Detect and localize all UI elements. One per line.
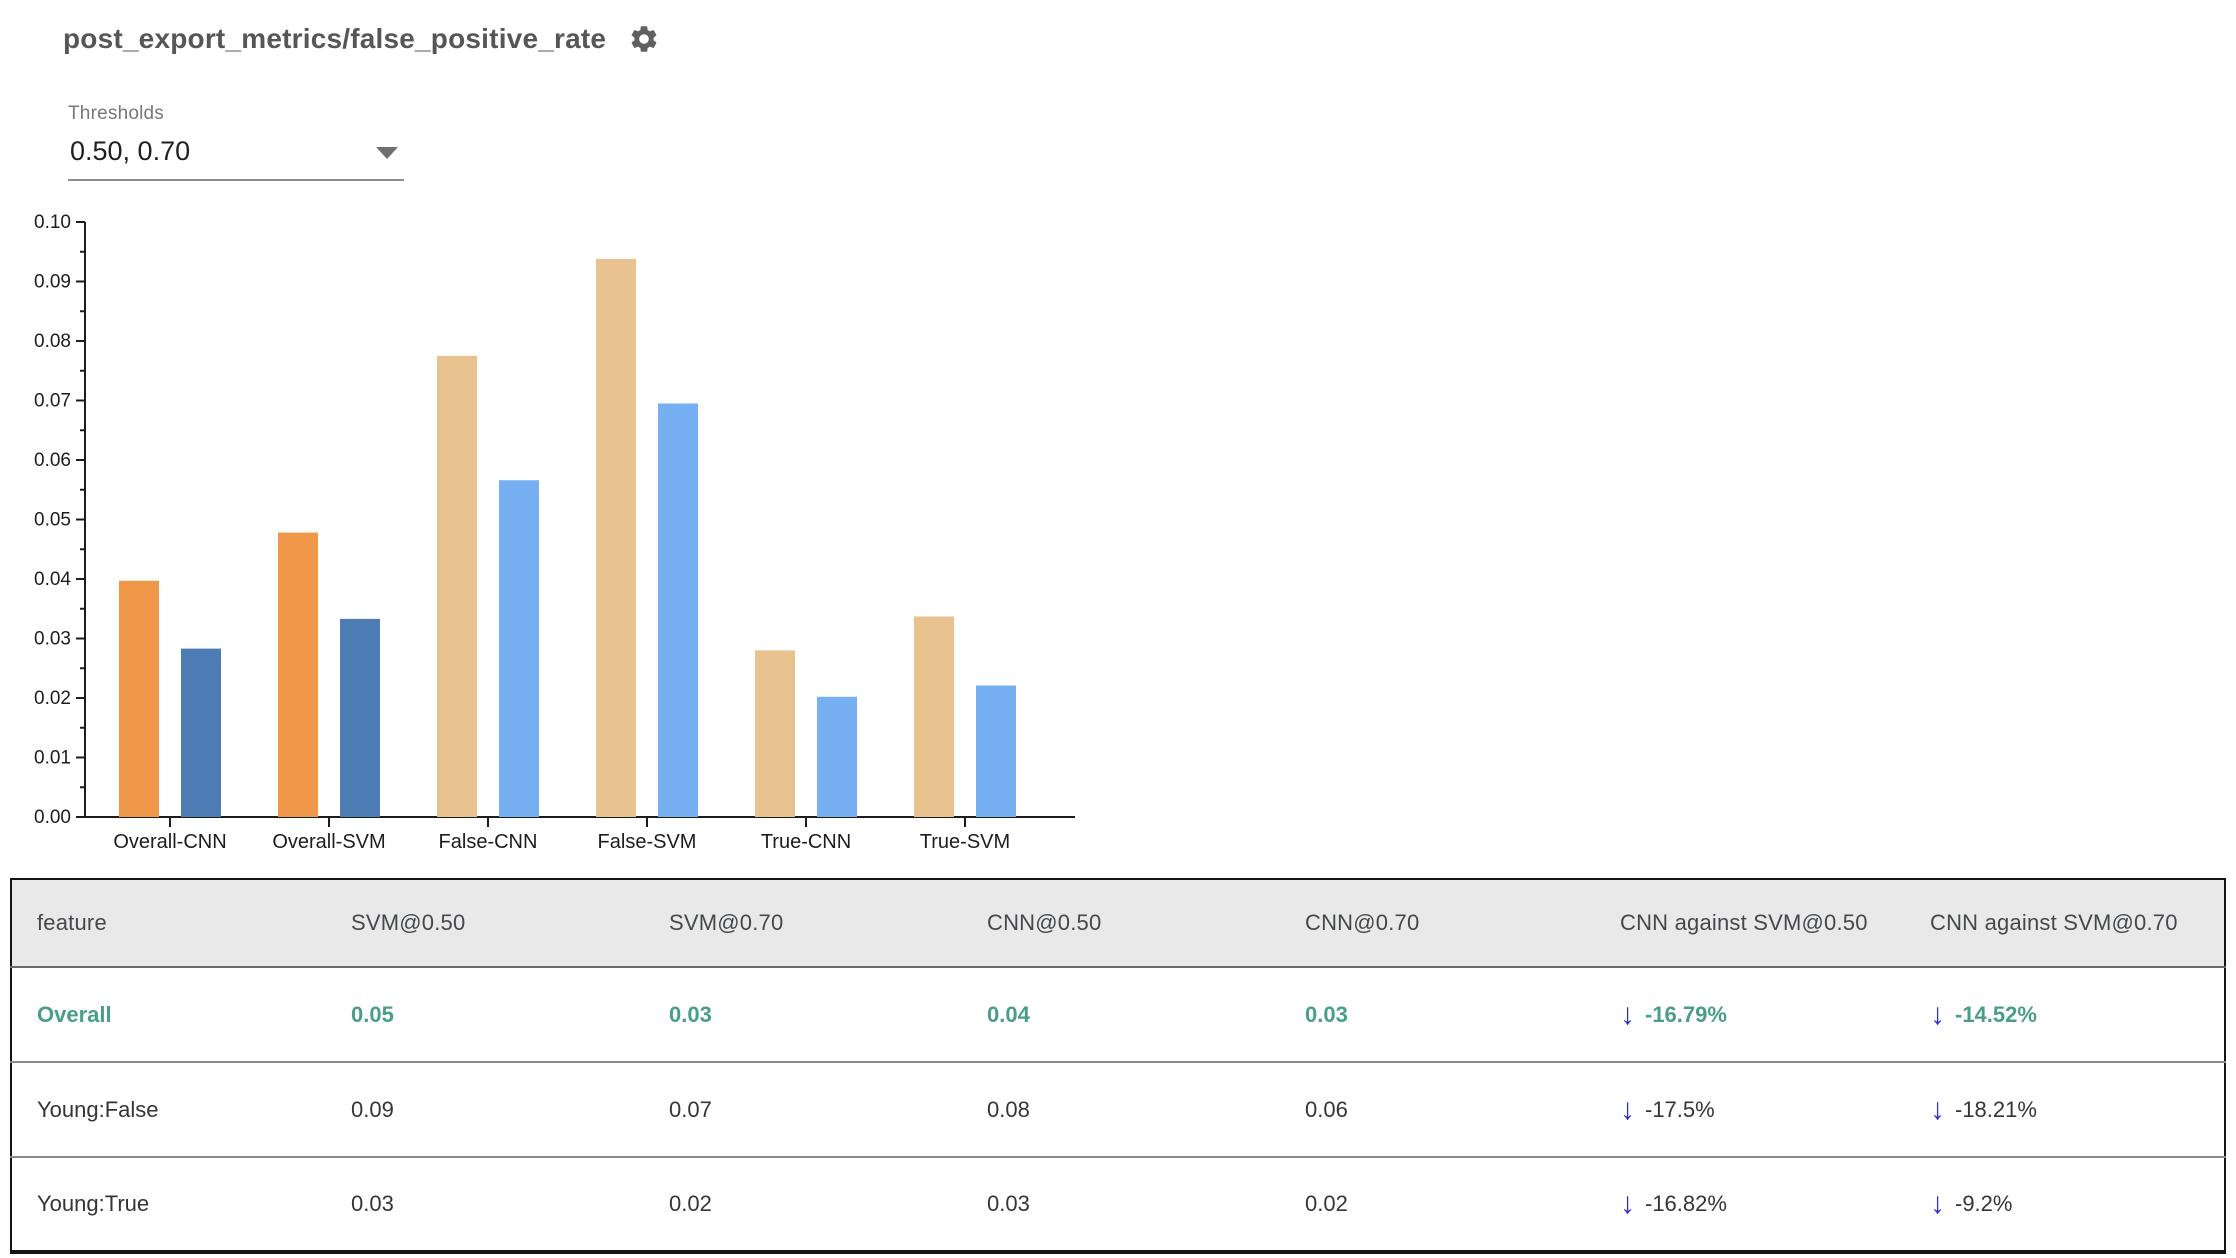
delta-value: -16.82%: [1645, 1191, 1727, 1216]
bar-True-SVM-threshold-0.70[interactable]: [976, 685, 1016, 817]
metric-title: post_export_metrics/false_positive_rate: [63, 23, 607, 54]
delta-cell: ↓ -14.52%: [1905, 967, 2225, 1063]
thresholds-dropdown[interactable]: Thresholds 0.50, 0.70: [68, 103, 404, 181]
down-arrow-icon: ↓: [1930, 1092, 1945, 1126]
y-tick-label: 0.00: [34, 807, 71, 828]
bar-False-CNN-threshold-0.50[interactable]: [437, 355, 477, 817]
x-tick-label: True-SVM: [920, 831, 1010, 853]
bar-False-CNN-threshold-0.70[interactable]: [499, 480, 539, 817]
table-header-row: feature SVM@0.50 SVM@0.70 CNN@0.50 CNN@0…: [11, 879, 2225, 968]
x-tick-label: False-CNN: [439, 831, 538, 853]
value-cell: 0.02: [644, 1157, 962, 1252]
value-cell: 0.03: [962, 1157, 1280, 1252]
delta-cell: ↓ -9.2%: [1905, 1157, 2225, 1252]
y-tick-label: 0.04: [34, 569, 71, 590]
y-tick-label: 0.08: [34, 331, 71, 352]
value-cell: 0.03: [1280, 967, 1595, 1063]
value-cell: 0.07: [644, 1062, 962, 1158]
column-header-svm-070: SVM@0.70: [644, 879, 962, 968]
y-tick-label: 0.09: [34, 272, 71, 293]
y-tick-label: 0.05: [34, 510, 71, 531]
column-header-cnn-050: CNN@0.50: [962, 879, 1280, 968]
column-header-cnn-vs-svm-070: CNN against SVM@0.70: [1905, 879, 2225, 968]
x-tick-label: Overall-CNN: [113, 831, 226, 853]
bar-False-SVM-threshold-0.70[interactable]: [658, 403, 698, 817]
table-row-overall[interactable]: Overall 0.05 0.03 0.04 0.03 ↓ -16.79% ↓ -1…: [11, 967, 2225, 1063]
x-tick-label: False-SVM: [598, 831, 697, 853]
down-arrow-icon: ↓: [1620, 997, 1635, 1031]
y-tick-label: 0.06: [34, 450, 71, 471]
delta-cell: ↓ -18.21%: [1905, 1062, 2225, 1158]
value-cell: 0.02: [1280, 1157, 1595, 1252]
x-tick-label: Overall-SVM: [272, 831, 385, 853]
value-cell: 0.03: [326, 1157, 644, 1252]
down-arrow-icon: ↓: [1620, 1092, 1635, 1126]
bar-Overall-SVM-threshold-0.50[interactable]: [278, 532, 318, 817]
false-positive-rate-bar-chart: 0.00 0.01 0.02 0.03 0.04 0.05 0.06 0.07 0.08 0.09…: [34, 212, 1075, 853]
value-cell: 0.08: [962, 1062, 1280, 1158]
column-header-cnn-vs-svm-050: CNN against SVM@0.50: [1595, 879, 1905, 968]
bar-False-SVM-threshold-0.50[interactable]: [596, 258, 636, 817]
down-arrow-icon: ↓: [1930, 1187, 1945, 1220]
delta-cell: ↓ -17.5%: [1595, 1062, 1905, 1158]
delta-value: -17.5%: [1645, 1096, 1715, 1122]
delta-value: -16.79%: [1645, 1001, 1727, 1027]
gear-icon: [631, 26, 657, 52]
bar-Overall-CNN-threshold-0.70[interactable]: [181, 648, 221, 817]
delta-cell: ↓ -16.82%: [1595, 1157, 1905, 1252]
thresholds-select[interactable]: 0.50, 0.70: [68, 132, 404, 181]
thresholds-value: 0.50, 0.70: [70, 136, 191, 166]
delta-value: -9.2%: [1955, 1191, 2013, 1216]
column-header-svm-050: SVM@0.50: [326, 879, 644, 968]
table-row-young-true[interactable]: Young:True 0.03 0.02 0.03 0.02 ↓ -16.82% …: [11, 1157, 2225, 1252]
feature-cell: Overall: [11, 967, 326, 1063]
x-tick-label: True-CNN: [761, 831, 851, 853]
settings-button[interactable]: [628, 22, 662, 56]
column-header-cnn-070: CNN@0.70: [1280, 879, 1595, 968]
delta-cell: ↓ -16.79%: [1595, 967, 1905, 1063]
title-bar: post_export_metrics/false_positive_rate: [63, 22, 662, 56]
bar-True-CNN-threshold-0.50[interactable]: [755, 650, 795, 817]
y-tick-label: 0.07: [34, 391, 71, 412]
thresholds-label: Thresholds: [68, 103, 164, 124]
bar-True-CNN-threshold-0.70[interactable]: [817, 696, 857, 817]
y-tick-label: 0.01: [34, 748, 71, 769]
metrics-table: feature SVM@0.50 SVM@0.70 CNN@0.50 CNN@0…: [10, 878, 2226, 1254]
column-header-feature: feature: [11, 879, 326, 968]
down-arrow-icon: ↓: [1620, 1187, 1635, 1220]
y-tick-label: 0.10: [34, 212, 71, 233]
value-cell: 0.09: [326, 1062, 644, 1158]
metric-widget: post_export_metrics/false_positive_rate …: [0, 0, 2236, 1258]
down-arrow-icon: ↓: [1930, 997, 1945, 1031]
chevron-down-icon: [376, 147, 398, 159]
value-cell: 0.04: [962, 967, 1280, 1063]
y-tick-label: 0.02: [34, 688, 71, 709]
bar-Overall-CNN-threshold-0.50[interactable]: [119, 580, 159, 817]
table-row-young-false[interactable]: Young:False 0.09 0.07 0.08 0.06 ↓ -17.5% …: [11, 1062, 2225, 1158]
feature-cell: Young:False: [11, 1062, 326, 1158]
bar-Overall-SVM-threshold-0.70[interactable]: [340, 618, 380, 817]
bar-True-SVM-threshold-0.50[interactable]: [914, 616, 954, 817]
feature-cell: Young:True: [11, 1157, 326, 1252]
delta-value: -14.52%: [1955, 1001, 2037, 1027]
y-tick-label: 0.03: [34, 629, 71, 650]
value-cell: 0.05: [326, 967, 644, 1063]
value-cell: 0.03: [644, 967, 962, 1063]
delta-value: -18.21%: [1955, 1096, 2037, 1122]
value-cell: 0.06: [1280, 1062, 1595, 1158]
